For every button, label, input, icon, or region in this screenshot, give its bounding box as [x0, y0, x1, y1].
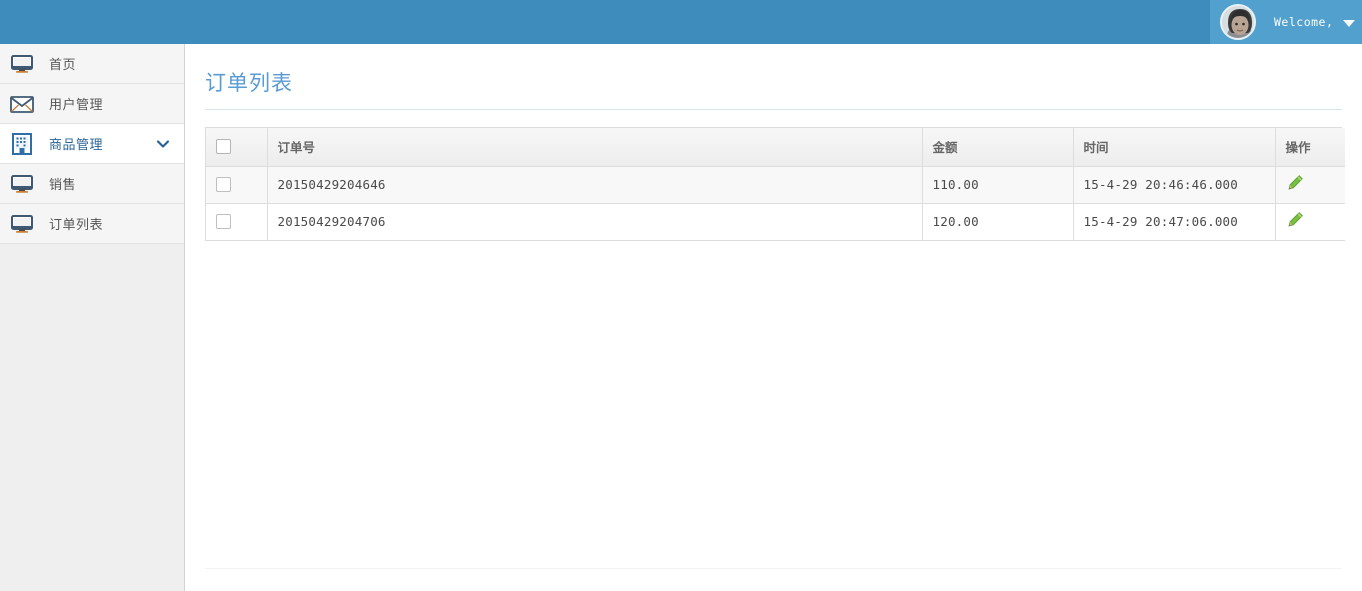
- cell-time: 15-4-29 20:47:06.000: [1073, 203, 1276, 241]
- sidebar-item-sales[interactable]: 销售: [0, 164, 184, 204]
- sidebar-item-label: 首页: [49, 58, 77, 73]
- table-header-row: 订单号 金额 时间 操作: [206, 128, 1345, 167]
- sidebar-item-order-list[interactable]: 订单列表: [0, 204, 184, 244]
- row-checkbox[interactable]: [216, 177, 231, 192]
- cell-order-no: 20150429204706: [267, 203, 923, 241]
- row-select-cell: [206, 203, 268, 241]
- table-body: 20150429204646 110.00 15-4-29 20:46:46.0…: [206, 166, 1345, 241]
- select-all-checkbox[interactable]: [216, 139, 231, 155]
- cell-action: [1275, 166, 1345, 204]
- building-icon: [9, 132, 35, 155]
- sidebar-item-home[interactable]: 首页: [0, 44, 184, 84]
- main-content: 订单列表 订单号 金额 时间 操作 20150429204646 110.00 …: [186, 44, 1362, 591]
- chevron-down-icon[interactable]: [156, 137, 170, 151]
- order-table: 订单号 金额 时间 操作 20150429204646 110.00 15-4-…: [206, 128, 1345, 241]
- order-table-container: 订单号 金额 时间 操作 20150429204646 110.00 15-4-…: [205, 127, 1345, 241]
- column-header-time[interactable]: 时间: [1073, 128, 1276, 167]
- row-select-cell: [206, 166, 268, 204]
- cell-amount: 120.00: [922, 203, 1074, 241]
- table-row: 20150429204646 110.00 15-4-29 20:46:46.0…: [206, 166, 1345, 204]
- table-head: 订单号 金额 时间 操作: [206, 128, 1345, 167]
- avatar: [1220, 4, 1256, 40]
- title-divider: [205, 109, 1342, 110]
- column-header-amount[interactable]: 金额: [922, 128, 1074, 167]
- monitor-icon: [9, 53, 35, 75]
- pencil-edit-icon[interactable]: [1286, 211, 1336, 232]
- cell-action: [1275, 203, 1345, 241]
- sidebar-item-product-management[interactable]: 商品管理: [0, 124, 184, 164]
- top-header-bar: Welcome,: [0, 0, 1362, 44]
- envelope-icon: [9, 93, 35, 115]
- welcome-label: Welcome,: [1274, 15, 1334, 29]
- sidebar-item-user-management[interactable]: 用户管理: [0, 84, 184, 124]
- sidebar-item-label: 用户管理: [49, 98, 104, 113]
- sidebar-item-label: 订单列表: [49, 218, 104, 233]
- column-header-order-no[interactable]: 订单号: [267, 128, 923, 167]
- monitor-icon: [9, 213, 35, 235]
- page-title: 订单列表: [205, 71, 293, 95]
- footer-divider: [205, 568, 1342, 569]
- cell-time: 15-4-29 20:46:46.000: [1073, 166, 1276, 204]
- column-header-action: 操作: [1275, 128, 1345, 167]
- sidebar: 首页 用户管理 商品管理 销售 订单列表: [0, 44, 185, 591]
- monitor-icon: [9, 173, 35, 195]
- user-menu[interactable]: Welcome,: [1210, 0, 1362, 44]
- sidebar-item-label: 商品管理: [49, 138, 104, 153]
- caret-down-icon[interactable]: [1343, 20, 1356, 27]
- select-all-header: [206, 128, 268, 167]
- row-checkbox[interactable]: [216, 214, 231, 229]
- table-row: 20150429204706 120.00 15-4-29 20:47:06.0…: [206, 203, 1345, 241]
- cell-amount: 110.00: [922, 166, 1074, 204]
- cell-order-no: 20150429204646: [267, 166, 923, 204]
- pencil-edit-icon[interactable]: [1286, 174, 1336, 195]
- sidebar-item-label: 销售: [49, 178, 77, 193]
